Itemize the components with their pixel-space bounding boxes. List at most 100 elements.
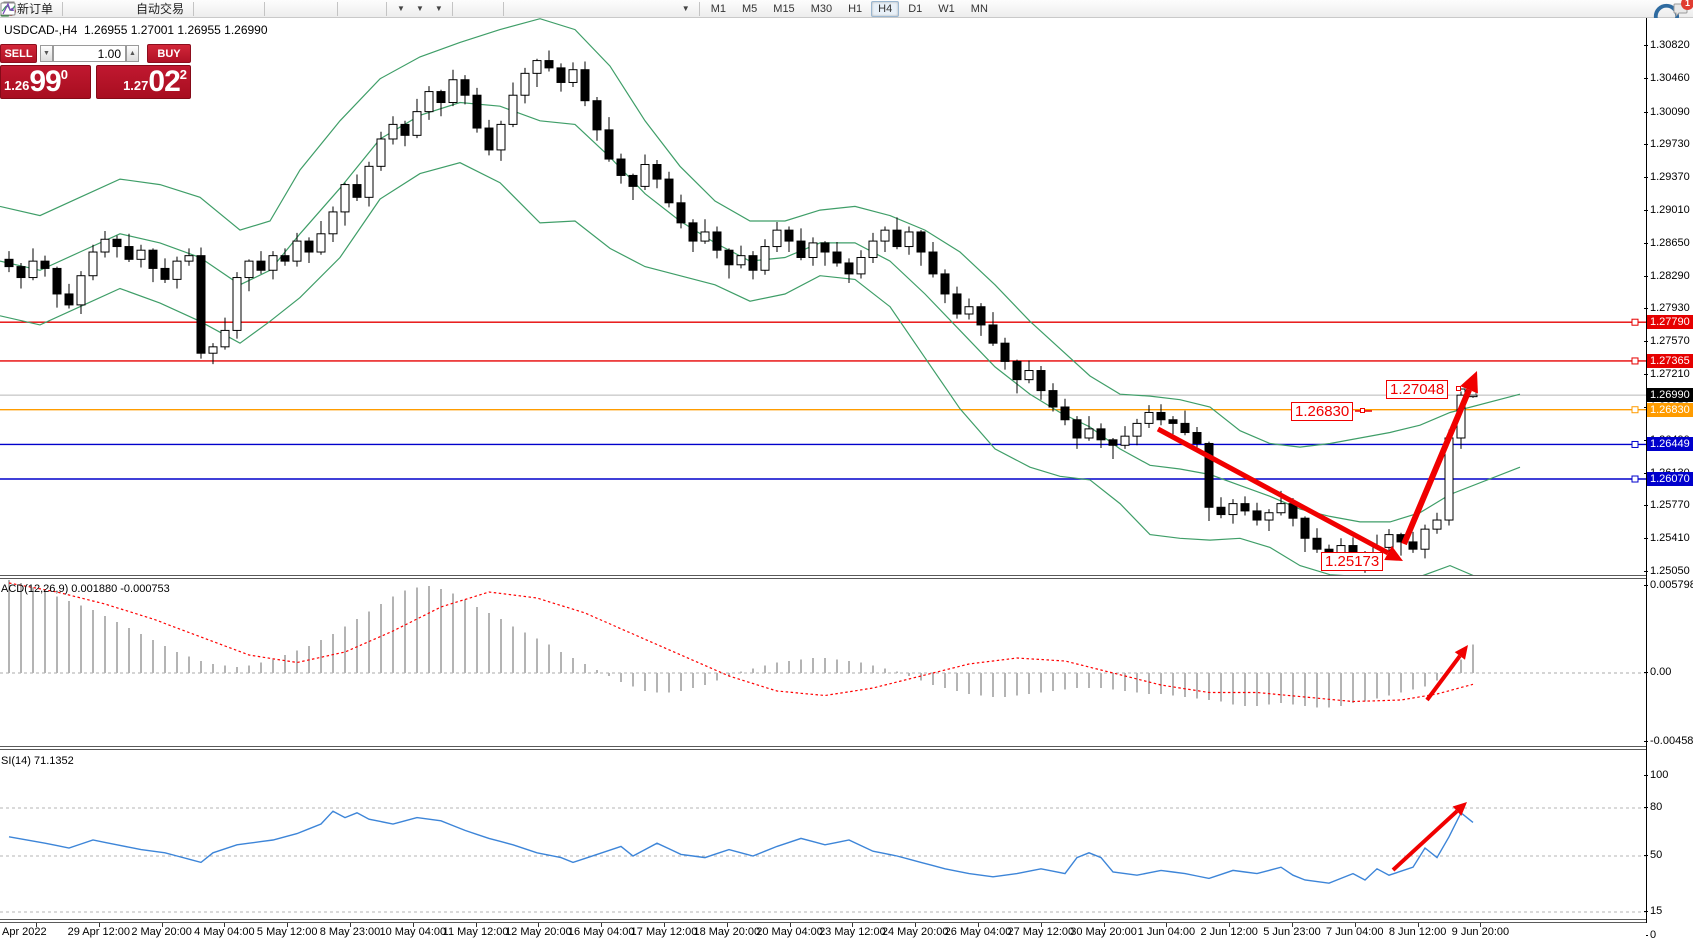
- level-line-handle[interactable]: [1632, 441, 1638, 447]
- candle-body: [881, 230, 889, 241]
- macd-canvas[interactable]: [0, 578, 1646, 750]
- bollinger-lower-band[interactable]: [0, 163, 1510, 578]
- volume-input[interactable]: 1.00: [53, 45, 126, 62]
- candle-body: [101, 239, 109, 252]
- candle-body: [197, 256, 205, 354]
- time-axis-label: Apr 2022: [2, 926, 47, 938]
- sell-button[interactable]: SELL: [0, 44, 37, 63]
- rsi-canvas[interactable]: [0, 750, 1646, 923]
- candle-body: [233, 278, 241, 331]
- level-line-handle[interactable]: [1632, 407, 1638, 413]
- time-axis-label: 5 Jun 23:00: [1263, 926, 1321, 938]
- candle-body: [1433, 520, 1441, 529]
- candle-body: [797, 241, 805, 257]
- annotation-price-label[interactable]: 1.26830: [1291, 402, 1353, 421]
- time-axis-label: 18 May 20:00: [693, 926, 760, 938]
- candle-body: [857, 257, 865, 273]
- candle-body: [341, 185, 349, 212]
- price-axis-tick: 1.25410: [1650, 532, 1690, 544]
- bollinger-upper-band[interactable]: [0, 19, 1520, 447]
- time-axis-label: 20 May 04:00: [756, 926, 823, 938]
- candle-body: [1025, 371, 1033, 380]
- candle-body: [1241, 504, 1249, 511]
- pane-separator[interactable]: [0, 746, 1646, 750]
- macd-axis-tick: 0.005798: [1650, 579, 1693, 591]
- candle-body: [929, 252, 937, 274]
- candle-body: [677, 203, 685, 223]
- chart-window[interactable]: USDCAD-,H4 1.26955 1.27001 1.26955 1.269…: [0, 18, 1693, 939]
- candle-body: [221, 330, 229, 346]
- level-line-handle[interactable]: [1632, 358, 1638, 364]
- buy-price-point: 2: [180, 68, 187, 82]
- trend-arrow[interactable]: [1427, 656, 1460, 700]
- candle-body: [1277, 504, 1285, 513]
- time-axis-label: 12 May 20:00: [505, 926, 572, 938]
- sell-price-button[interactable]: 1.26 99 0: [0, 65, 91, 99]
- price-axis[interactable]: 1.308201.304601.300901.297301.293701.290…: [1646, 18, 1693, 923]
- volume-decrease-button[interactable]: ▼: [40, 45, 53, 62]
- candle-body: [1253, 511, 1261, 520]
- candle-body: [1193, 433, 1201, 444]
- candle-body: [389, 124, 397, 139]
- search-icon[interactable]: [1651, 1, 1667, 17]
- trend-arrow[interactable]: [1158, 429, 1388, 553]
- candle-body: [1217, 507, 1225, 514]
- candle-body: [773, 230, 781, 246]
- notification-count-badge: 1: [1681, 0, 1693, 10]
- candle-body: [605, 130, 613, 159]
- candle-body: [533, 61, 541, 74]
- annotation-handle[interactable]: [1360, 408, 1365, 413]
- time-axis[interactable]: Apr 202229 Apr 12:002 May 20:004 May 04:…: [0, 923, 1646, 939]
- level-price-badge: 1.26830: [1647, 403, 1693, 417]
- rsi-axis-tick: 0: [1650, 929, 1656, 939]
- time-axis-label: 30 May 20:00: [1070, 926, 1137, 938]
- time-axis-label: 7 Jun 04:00: [1326, 926, 1384, 938]
- buy-price-base: 1.27: [123, 76, 148, 96]
- candle-body: [653, 165, 661, 180]
- time-axis-label: 27 May 12:00: [1007, 926, 1074, 938]
- candle-body: [125, 247, 133, 260]
- candle-body: [737, 256, 745, 265]
- candle-body: [89, 252, 97, 276]
- macd-signal-line[interactable]: [9, 583, 1473, 702]
- candle-body: [437, 92, 445, 103]
- candle-body: [1001, 343, 1009, 361]
- caret-down-icon: ▼: [43, 50, 50, 57]
- level-line-handle[interactable]: [1632, 319, 1638, 325]
- buy-button[interactable]: BUY: [147, 44, 191, 63]
- sell-price-point: 0: [61, 68, 68, 82]
- candle-body: [1229, 504, 1237, 515]
- time-axis-label: 29 Apr 12:00: [68, 926, 130, 938]
- annotation-price-label[interactable]: 1.25173: [1321, 552, 1383, 571]
- price-axis-tick: 1.29370: [1650, 171, 1690, 183]
- candle-body: [1013, 361, 1021, 379]
- time-axis-label: 17 May 12:00: [631, 926, 698, 938]
- volume-increase-button[interactable]: ▲: [126, 45, 139, 62]
- annotation-price-label[interactable]: 1.27048: [1386, 380, 1448, 399]
- candle-body: [461, 80, 469, 95]
- candle-body: [173, 261, 181, 279]
- candle-body: [317, 234, 325, 252]
- caret-up-icon: ▲: [129, 50, 136, 57]
- bollinger-middle-band[interactable]: [0, 103, 1520, 522]
- level-line-handle[interactable]: [1632, 476, 1638, 482]
- candle-body: [1049, 391, 1057, 407]
- mt4-window: 新订单 自动交易 ▼ ▼ ▼: [0, 0, 1693, 939]
- notifications-icon[interactable]: 1: [1673, 1, 1689, 17]
- text-label-tool-icon[interactable]: T: [660, 1, 676, 17]
- candle-body: [1085, 429, 1093, 438]
- pane-separator[interactable]: [0, 575, 1646, 579]
- buy-price-button[interactable]: 1.27 02 2: [96, 65, 191, 99]
- candle-body: [689, 223, 697, 241]
- annotation-handle[interactable]: [1456, 386, 1461, 391]
- candle-body: [833, 252, 841, 263]
- rsi-line[interactable]: [9, 811, 1473, 883]
- candle-body: [713, 232, 721, 250]
- candle-body: [293, 241, 301, 261]
- candle-body: [1409, 542, 1417, 549]
- main-chart-canvas[interactable]: [0, 18, 1646, 578]
- price-axis-tick: 1.27210: [1650, 368, 1690, 380]
- rsi-label: SI(14) 71.1352: [1, 755, 74, 767]
- price-axis-tick: 1.25050: [1650, 565, 1690, 577]
- arrow-objects-icon: [0, 1, 16, 17]
